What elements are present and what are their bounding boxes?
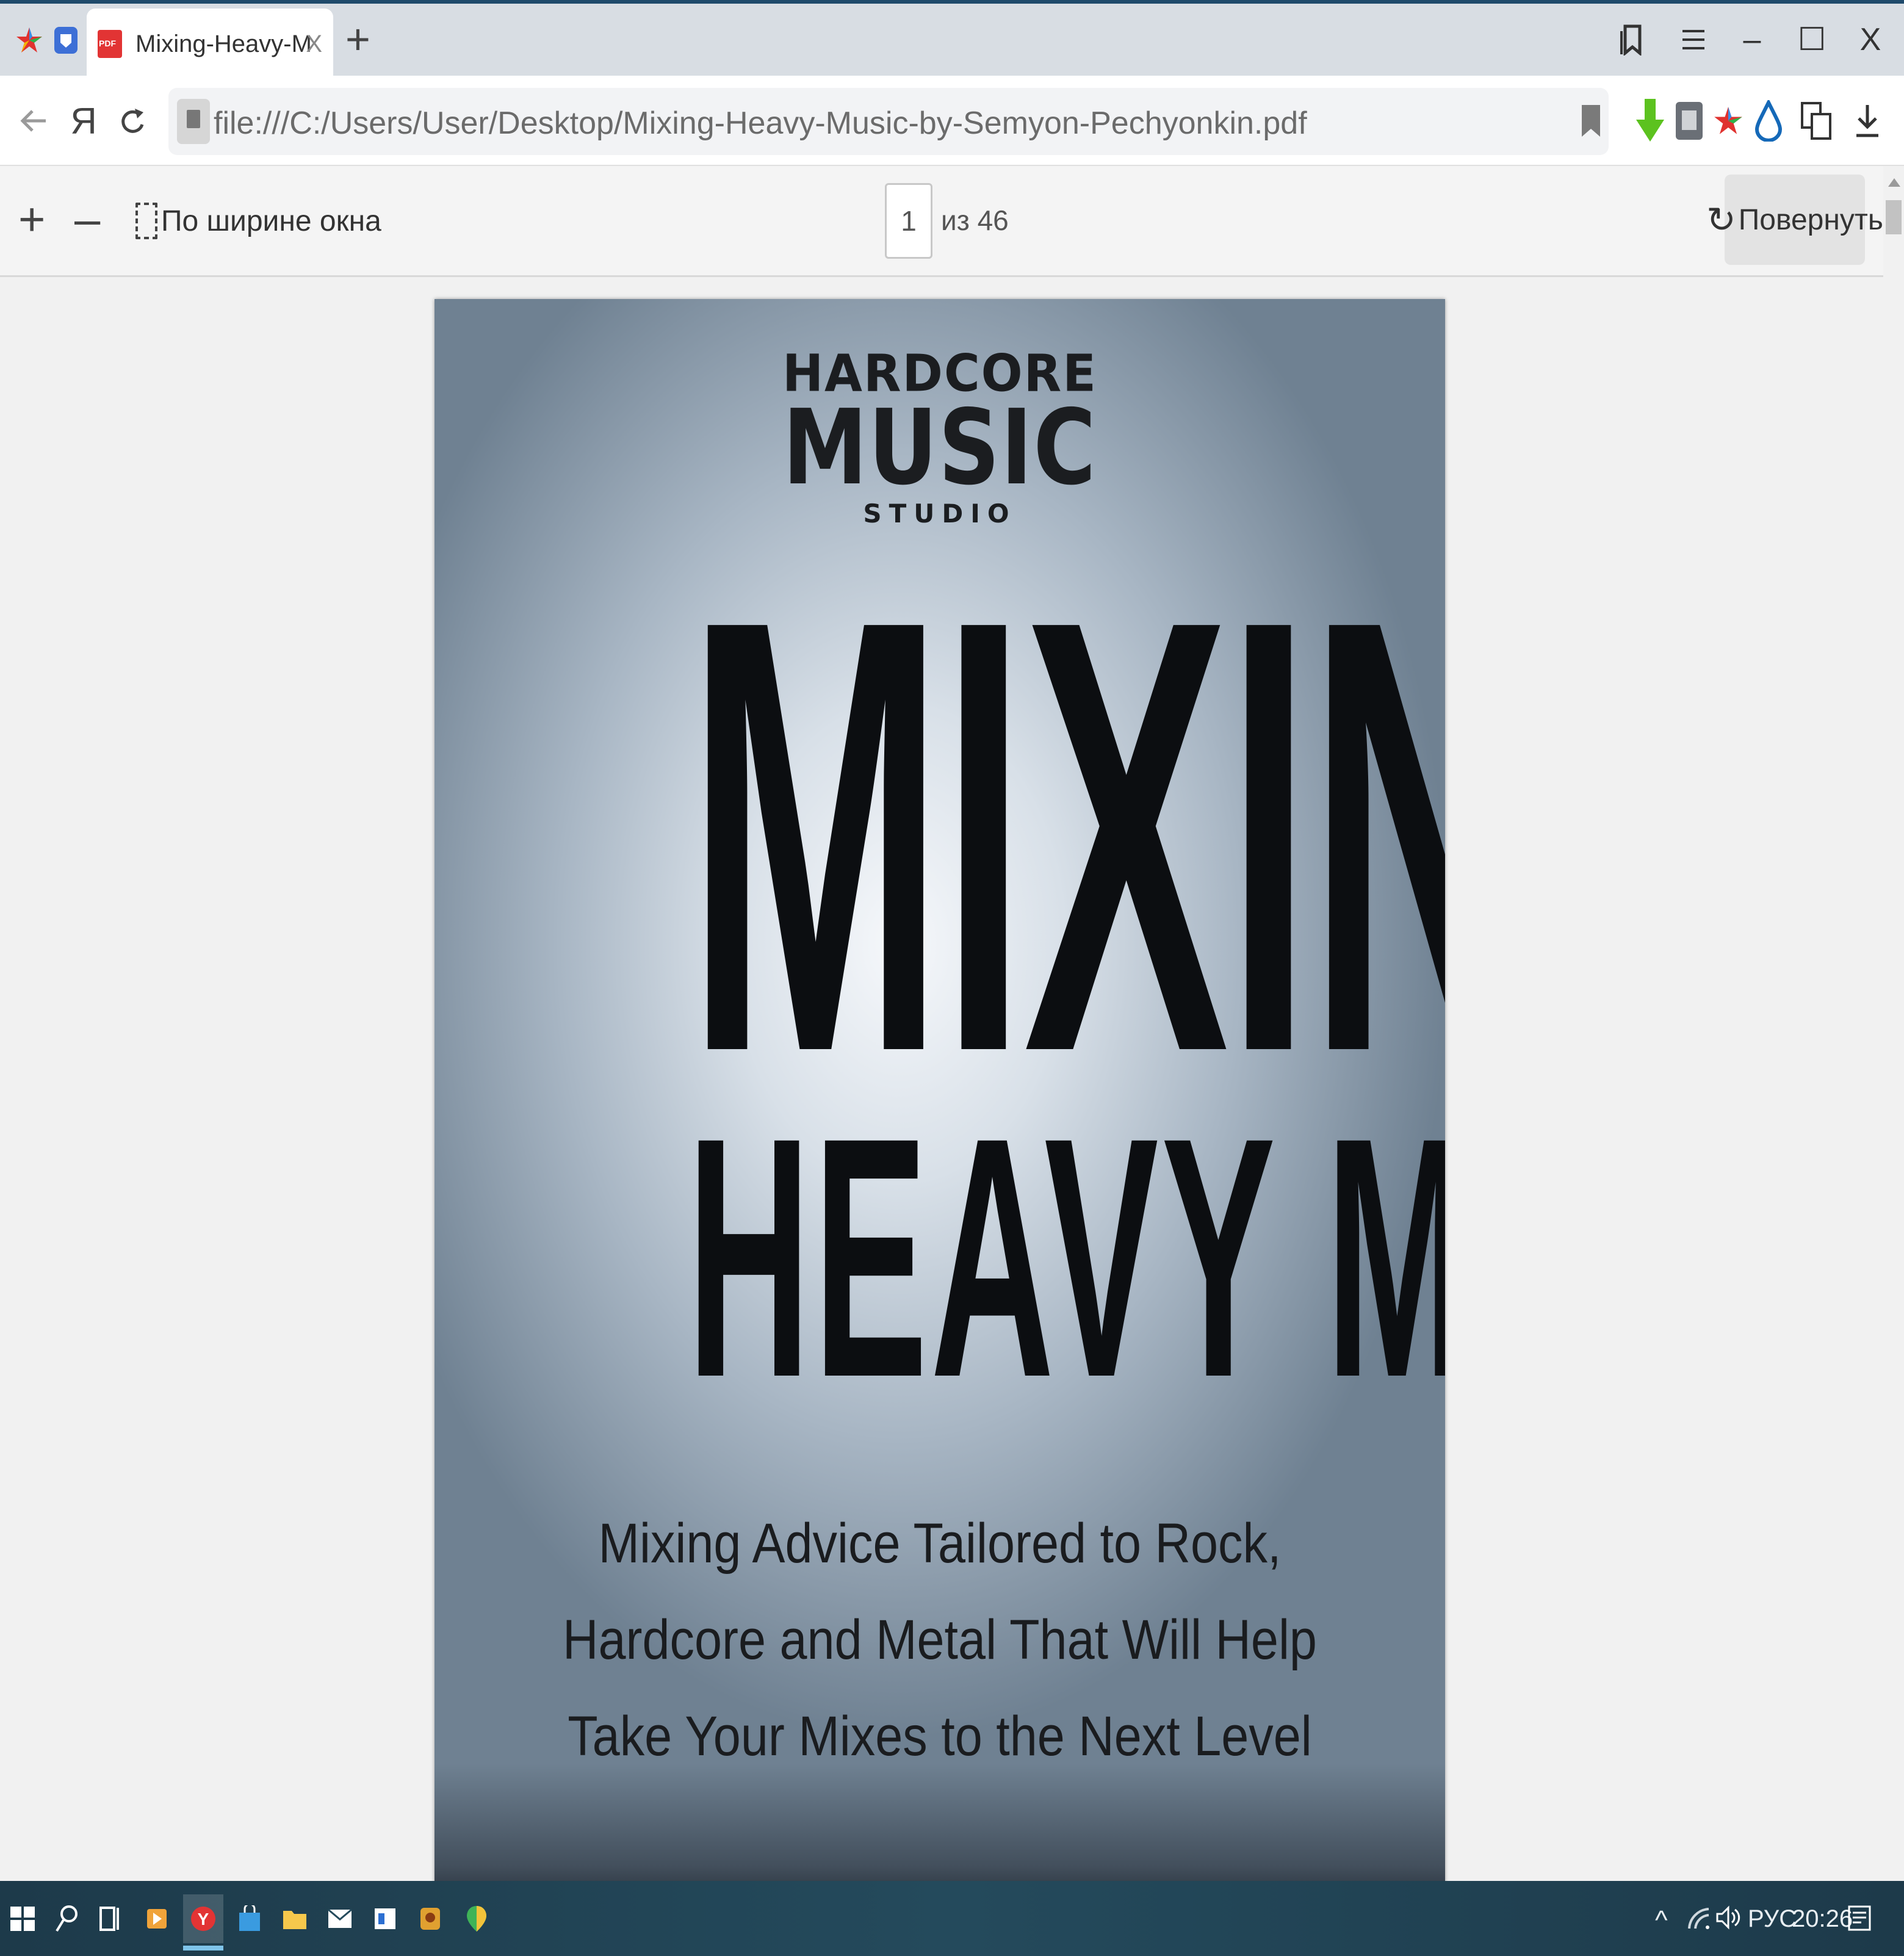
translate-icon[interactable] [1798, 98, 1834, 144]
media-app-icon[interactable] [137, 1894, 177, 1943]
local-file-icon [177, 99, 210, 144]
url-text: file:///C:/Users/User/Desktop/Mixing-Hea… [214, 106, 1307, 141]
pdf-viewer: HARDCORE MUSIC STUDIO MIXING HEAVY MUSIC… [0, 277, 1883, 1881]
subtitle-line: Mixing Advice Tailored to Rock, [598, 1512, 1282, 1575]
rotate-button[interactable]: ↻ Повернуть [1706, 175, 1883, 265]
game-app-icon[interactable] [410, 1894, 450, 1943]
input-language[interactable]: РУС [1748, 1905, 1797, 1933]
page-number-input[interactable]: 1 [885, 183, 932, 259]
zoom-in-button[interactable]: + [18, 197, 45, 243]
scroll-up-arrow-icon[interactable] [1888, 178, 1900, 187]
search-icon[interactable] [46, 1894, 87, 1943]
fit-width-label: По ширине окна [161, 204, 381, 237]
green-download-arrow-icon[interactable] [1632, 98, 1668, 144]
subtitle-line: Hardcore and Metal That Will Help [563, 1609, 1317, 1671]
tab-title: Mixing-Heavy-Music-by- [135, 30, 312, 57]
colorful-star-extension-icon[interactable] [1710, 98, 1747, 144]
pdf-file-icon [98, 30, 122, 58]
cover-subtitle: Mixing Advice Tailored to Rock, Hardcore… [471, 1495, 1408, 1785]
address-bar: Я file:///C:/Users/User/Desktop/Mixing-H… [0, 76, 1904, 166]
network-icon[interactable] [1688, 1905, 1710, 1936]
yandex-browser-icon[interactable]: Y [183, 1894, 223, 1951]
cover-title-line-1: MIXING [687, 492, 1445, 1180]
subtitle-line: Take Your Mixes to the Next Level [568, 1705, 1312, 1767]
cover-title-line-2: HEAVY MUSIC [687, 1066, 1445, 1448]
volume-icon[interactable] [1716, 1905, 1740, 1936]
fit-width-button[interactable]: По ширине окна [135, 203, 381, 239]
extension-gray-icon[interactable] [1671, 98, 1707, 144]
close-window-button[interactable]: X [1849, 18, 1892, 61]
windows-start-icon[interactable] [2, 1894, 43, 1943]
active-tab[interactable]: Mixing-Heavy-Music-by- X [87, 9, 333, 79]
task-view-icon[interactable] [90, 1894, 131, 1943]
blue-drop-icon[interactable] [1750, 98, 1787, 144]
downloads-icon[interactable] [1849, 98, 1886, 144]
svg-text:Y: Y [198, 1910, 209, 1929]
tray-expand-icon[interactable]: ^ [1655, 1905, 1668, 1936]
yandex-button[interactable]: Я [62, 98, 105, 144]
rotate-label: Повернуть [1738, 203, 1883, 236]
windows-taskbar: Y ^ РУС 20:26 [0, 1881, 1904, 1956]
news-app-icon[interactable] [365, 1894, 405, 1943]
tab-close-icon[interactable]: X [306, 31, 322, 58]
url-field[interactable]: file:///C:/Users/User/Desktop/Mixing-Hea… [168, 88, 1609, 155]
scroll-thumb[interactable] [1886, 200, 1902, 234]
file-explorer-icon[interactable] [275, 1894, 315, 1943]
maps-app-icon[interactable] [456, 1894, 497, 1943]
logo-line-2: MUSIC [782, 388, 1097, 508]
new-tab-button[interactable]: + [345, 18, 370, 60]
back-button[interactable] [12, 98, 55, 144]
vertical-scrollbar[interactable] [1883, 166, 1904, 1881]
bookmarks-icon[interactable] [1611, 18, 1654, 61]
maximize-button[interactable]: ☐ [1790, 18, 1833, 61]
store-icon[interactable] [229, 1894, 270, 1943]
minimize-button[interactable]: – [1731, 18, 1773, 61]
menu-icon[interactable] [1672, 18, 1715, 61]
shield-tab-icon[interactable] [48, 22, 84, 59]
reload-button[interactable] [111, 98, 154, 144]
colorful-star-icon[interactable] [11, 22, 48, 59]
pdf-page-1: HARDCORE MUSIC STUDIO MIXING HEAVY MUSIC… [435, 299, 1445, 1881]
fit-width-icon [135, 203, 157, 239]
rotate-icon: ↻ [1706, 200, 1736, 240]
tab-strip: Mixing-Heavy-Music-by- X + – ☐ X [0, 0, 1904, 79]
zoom-out-button[interactable]: – [74, 197, 100, 243]
page-total-label: из 46 [941, 204, 1009, 236]
notifications-icon[interactable] [1848, 1905, 1871, 1937]
clock[interactable]: 20:26 [1792, 1905, 1853, 1933]
bookmark-page-icon[interactable] [1582, 105, 1600, 137]
mail-icon[interactable] [320, 1894, 360, 1943]
pdf-toolbar: + – По ширине окна 1 из 46 ↻ Повернуть [0, 166, 1883, 277]
